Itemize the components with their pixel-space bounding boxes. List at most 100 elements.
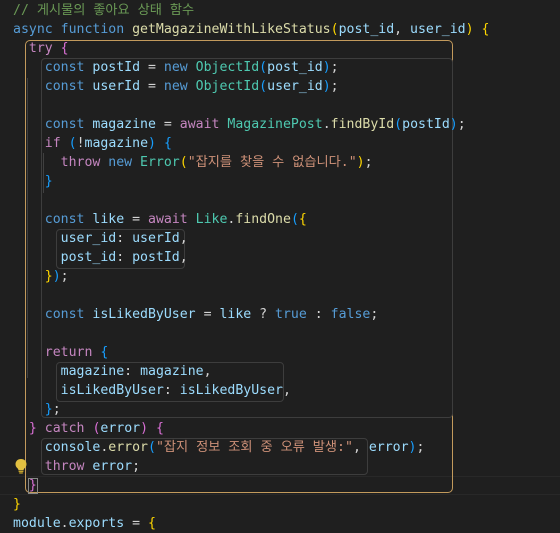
code-token: like	[92, 212, 125, 227]
code-token: error	[108, 440, 148, 455]
code-line[interactable]: module.exports = {	[13, 514, 156, 533]
code-token: throw	[60, 155, 109, 170]
code-line[interactable]: async function getMagazineWithLikeStatus…	[13, 20, 489, 39]
code-line[interactable]: throw error;	[13, 457, 140, 476]
code-token: new	[163, 79, 196, 94]
code-line[interactable]: magazine: magazine,	[13, 362, 212, 381]
code-token: {	[156, 421, 164, 436]
code-line[interactable]: user_id: userId,	[13, 229, 188, 248]
code-line[interactable]: if (!magazine) {	[13, 134, 172, 153]
code-token: isLikedByUser	[60, 383, 164, 398]
code-token: magazine	[60, 364, 125, 379]
code-token: post_id	[267, 60, 323, 75]
code-token: }	[28, 478, 37, 493]
code-line[interactable]: } catch (error) {	[13, 419, 164, 438]
code-token: :	[306, 307, 331, 322]
code-token: (	[394, 117, 403, 132]
code-line[interactable]: console.error("잡지 정보 조회 중 오류 발생:", error…	[13, 438, 425, 457]
code-token: Like	[195, 212, 228, 227]
code-line[interactable]: post_id: postId,	[13, 248, 188, 267]
code-token: )	[356, 155, 365, 170]
code-token: ,	[352, 440, 369, 455]
code-token: (	[148, 440, 156, 455]
code-token: await	[179, 117, 228, 132]
code-token: ,	[282, 383, 291, 398]
code-token: }	[28, 421, 37, 436]
code-editor[interactable]: // 게시물의 좋아요 상태 함수 async function getMagaz…	[0, 0, 560, 531]
code-line[interactable]: };	[13, 400, 61, 419]
code-token: {	[100, 345, 109, 360]
code-line[interactable]: }	[13, 476, 37, 495]
code-token: error	[92, 459, 133, 474]
code-token: throw	[44, 459, 93, 474]
code-token: }	[44, 269, 53, 284]
code-token: =	[140, 79, 164, 94]
code-token: true	[275, 307, 307, 322]
code-line[interactable]: }	[13, 495, 21, 514]
code-token: post_id	[338, 22, 395, 37]
code-line[interactable]: const isLikedByUser = like ? true : fals…	[13, 305, 379, 324]
code-line[interactable]: throw new Error("잡지를 찾을 수 없습니다.");	[13, 153, 373, 172]
code-token: {	[163, 136, 172, 151]
code-token: ObjectId	[195, 79, 260, 94]
code-token: (	[179, 155, 188, 170]
code-token: )	[52, 269, 61, 284]
code-token: const	[44, 79, 93, 94]
code-token: }	[13, 497, 21, 512]
code-line[interactable]: const magazine = await MagazinePost.find…	[13, 115, 466, 134]
code-token: userId	[92, 79, 141, 94]
code-token: isLikedByUser	[179, 383, 283, 398]
code-line[interactable]: // 게시물의 좋아요 상태 함수	[13, 1, 194, 20]
code-line[interactable]: try {	[13, 39, 69, 58]
code-token: {	[60, 41, 69, 56]
code-line[interactable]: const like = await Like.findOne({	[13, 210, 307, 229]
code-token: ,	[203, 364, 212, 379]
code-token: )	[140, 421, 149, 436]
code-line[interactable]: isLikedByUser: isLikedByUser,	[13, 381, 291, 400]
code-token: user_id	[267, 79, 323, 94]
code-token: if	[44, 136, 61, 151]
code-token: :	[116, 231, 133, 246]
code-token: MagazinePost	[227, 117, 323, 132]
code-token: ;	[330, 79, 339, 94]
code-token: ObjectId	[195, 60, 260, 75]
code-token: )	[465, 22, 474, 37]
code-line[interactable]: const postId = new ObjectId(post_id);	[13, 58, 339, 77]
code-token: :	[124, 364, 141, 379]
code-token: findOne	[235, 212, 291, 227]
code-token: =	[195, 307, 220, 322]
code-token: )	[148, 136, 156, 151]
code-line[interactable]: });	[13, 267, 69, 286]
code-token: const	[44, 212, 93, 227]
code-token: =	[155, 117, 180, 132]
code-token: :	[163, 383, 180, 398]
lightbulb-icon[interactable]	[14, 458, 28, 474]
code-token: (	[68, 136, 77, 151]
code-token: .	[322, 117, 331, 132]
code-token: )	[322, 79, 331, 94]
code-token: const	[44, 117, 93, 132]
code-token: "잡지를 찾을 수 없습니다."	[187, 155, 357, 170]
code-token: return	[44, 345, 93, 360]
code-token: catch	[44, 421, 85, 436]
code-token: new	[108, 155, 141, 170]
code-token: (	[259, 79, 268, 94]
code-line[interactable]: return {	[13, 343, 109, 362]
code-line[interactable]: }	[13, 172, 53, 191]
code-token: module	[13, 516, 61, 531]
code-token: ;	[457, 117, 466, 132]
code-token: =	[124, 212, 148, 227]
code-token: await	[148, 212, 196, 227]
code-line[interactable]: const userId = new ObjectId(user_id);	[13, 77, 339, 96]
code-token: !	[76, 136, 85, 151]
code-token: }	[44, 174, 53, 189]
